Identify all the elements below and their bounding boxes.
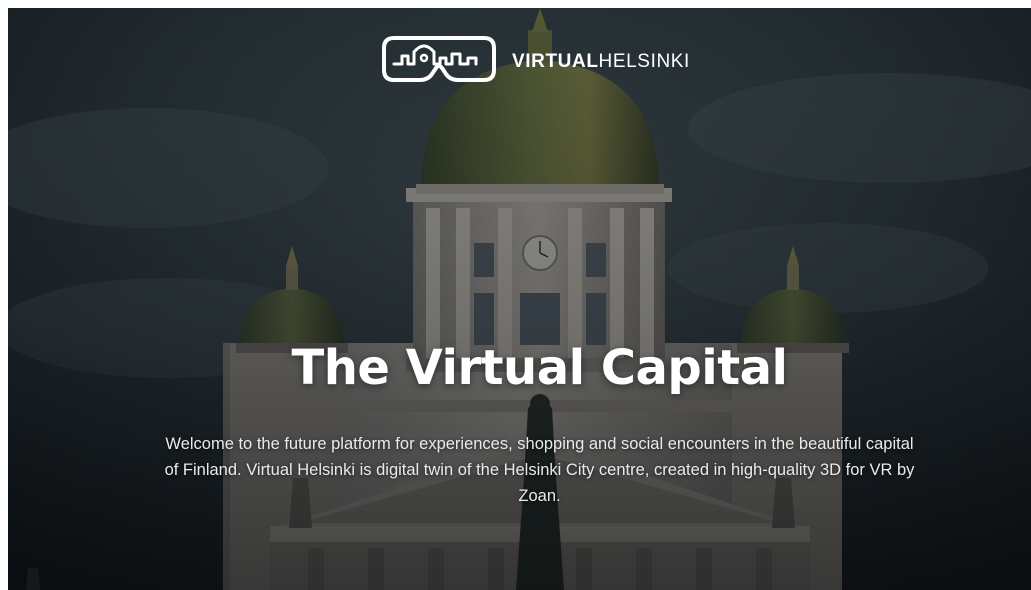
brand-name-light: HELSINKI <box>598 51 690 72</box>
hero-title: The Virtual Capital <box>291 340 789 396</box>
hero-section: VIRTUALHELSINKI The Virtual Capital Welc… <box>8 8 1031 590</box>
brand-name-bold: VIRTUAL <box>512 51 599 72</box>
vr-headset-skyline-icon <box>382 36 496 82</box>
brand-logo[interactable]: VIRTUALHELSINKI <box>380 26 690 98</box>
brand-name: VIRTUALHELSINKI <box>512 51 690 73</box>
hero-description: Welcome to the future platform for exper… <box>164 435 915 505</box>
